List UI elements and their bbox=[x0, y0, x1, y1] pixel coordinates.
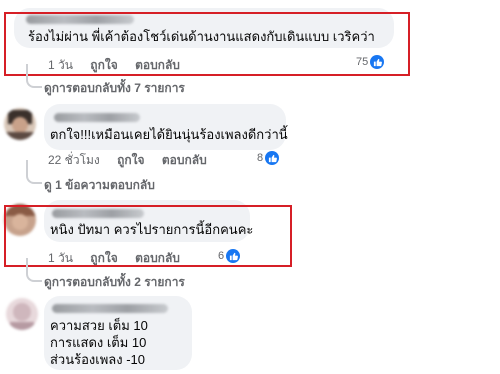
like-thumb-icon bbox=[265, 151, 280, 165]
view-replies-link[interactable]: ดู 1 ข้อความตอบกลับ bbox=[44, 176, 155, 195]
view-replies-link[interactable]: ดูการตอบกลับทั้ง 2 รายการ bbox=[44, 273, 185, 292]
comment-text: ตกใจ!!!เหมือนเคยได้ยินนุ่นร้องเพลงดีกว่า… bbox=[50, 127, 288, 142]
author-name[interactable] bbox=[52, 304, 168, 313]
reaction-count[interactable]: 8 bbox=[257, 151, 280, 165]
thread-connector bbox=[26, 258, 42, 282]
avatar[interactable] bbox=[6, 298, 38, 330]
author-name[interactable] bbox=[54, 113, 140, 122]
like-action[interactable]: ถูกใจ bbox=[117, 153, 144, 167]
highlight-box bbox=[4, 12, 410, 76]
comment-bubble: ความสวย เต็ม 10 การแสดง เต็ม 10 ส่วนร้อง… bbox=[44, 296, 192, 370]
comment-line: การแสดง เต็ม 10 bbox=[50, 335, 147, 350]
thread-connector bbox=[26, 160, 42, 184]
comment-bubble: ตกใจ!!!เหมือนเคยได้ยินนุ่นร้องเพลงดีกว่า… bbox=[44, 104, 288, 150]
comment-meta: 22 ชั่วโมง ถูกใจ ตอบกลับ bbox=[48, 151, 221, 170]
reply-action[interactable]: ตอบกลับ bbox=[162, 153, 207, 167]
avatar[interactable] bbox=[4, 108, 36, 140]
highlight-box bbox=[4, 205, 292, 267]
comment-line: ส่วนร้องเพลง -10 bbox=[50, 352, 145, 367]
view-replies-link[interactable]: ดูการตอบกลับทั้ง 7 รายการ bbox=[44, 79, 185, 98]
comment-time[interactable]: 22 ชั่วโมง bbox=[48, 153, 100, 167]
thread-connector bbox=[26, 64, 42, 88]
comment-line: ความสวย เต็ม 10 bbox=[50, 318, 148, 333]
